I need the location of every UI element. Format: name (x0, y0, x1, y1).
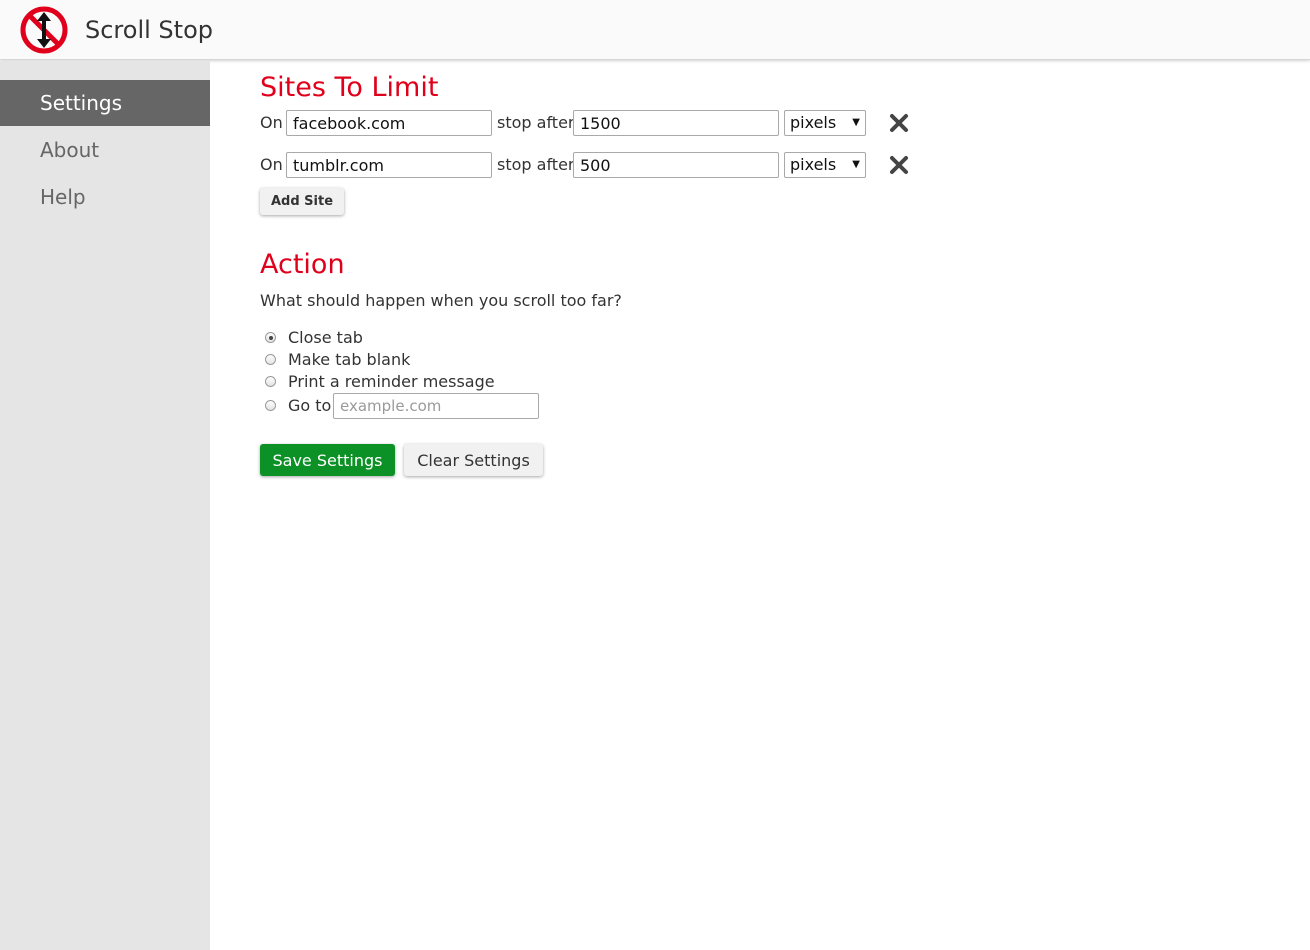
radio-button[interactable] (265, 376, 276, 387)
sidebar-item-about[interactable]: About (0, 127, 210, 173)
app-title: Scroll Stop (85, 16, 213, 44)
sites-section-title: Sites To Limit (260, 72, 439, 103)
site-row: On stop after pixels ▼ (260, 110, 960, 136)
radio-label: Print a reminder message (288, 372, 495, 391)
chevron-down-icon: ▼ (852, 117, 860, 128)
unit-select[interactable]: pixels ▼ (784, 152, 866, 178)
radio-label: Close tab (288, 328, 363, 347)
unit-select-value: pixels (790, 113, 837, 132)
sidebar: Settings About Help (0, 61, 210, 950)
sidebar-item-help[interactable]: Help (0, 174, 210, 220)
stop-after-label: stop after (497, 155, 575, 174)
unit-select-value: pixels (790, 155, 837, 174)
radio-label: Go to (288, 396, 332, 415)
site-input[interactable] (286, 152, 492, 178)
site-row: On stop after pixels ▼ (260, 152, 960, 178)
close-x-icon[interactable] (888, 112, 910, 134)
radio-button[interactable] (265, 332, 276, 343)
on-label: On (260, 155, 283, 174)
chevron-down-icon: ▼ (852, 159, 860, 170)
stop-after-label: stop after (497, 113, 575, 132)
radio-label: Make tab blank (288, 350, 411, 369)
radio-button[interactable] (265, 354, 276, 365)
no-scroll-logo-icon (20, 6, 68, 54)
amount-input[interactable] (573, 110, 779, 136)
amount-input[interactable] (573, 152, 779, 178)
clear-settings-button[interactable]: Clear Settings (404, 444, 543, 476)
app-header: Scroll Stop (0, 0, 1310, 60)
radio-button[interactable] (265, 400, 276, 411)
unit-select[interactable]: pixels ▼ (784, 110, 866, 136)
add-site-button[interactable]: Add Site (260, 188, 344, 215)
close-x-icon[interactable] (888, 154, 910, 176)
on-label: On (260, 113, 283, 132)
action-section-title: Action (260, 249, 345, 280)
action-question: What should happen when you scroll too f… (260, 291, 622, 310)
save-settings-button[interactable]: Save Settings (260, 444, 395, 476)
goto-url-input[interactable] (333, 393, 539, 419)
sidebar-item-settings[interactable]: Settings (0, 80, 210, 126)
site-input[interactable] (286, 110, 492, 136)
